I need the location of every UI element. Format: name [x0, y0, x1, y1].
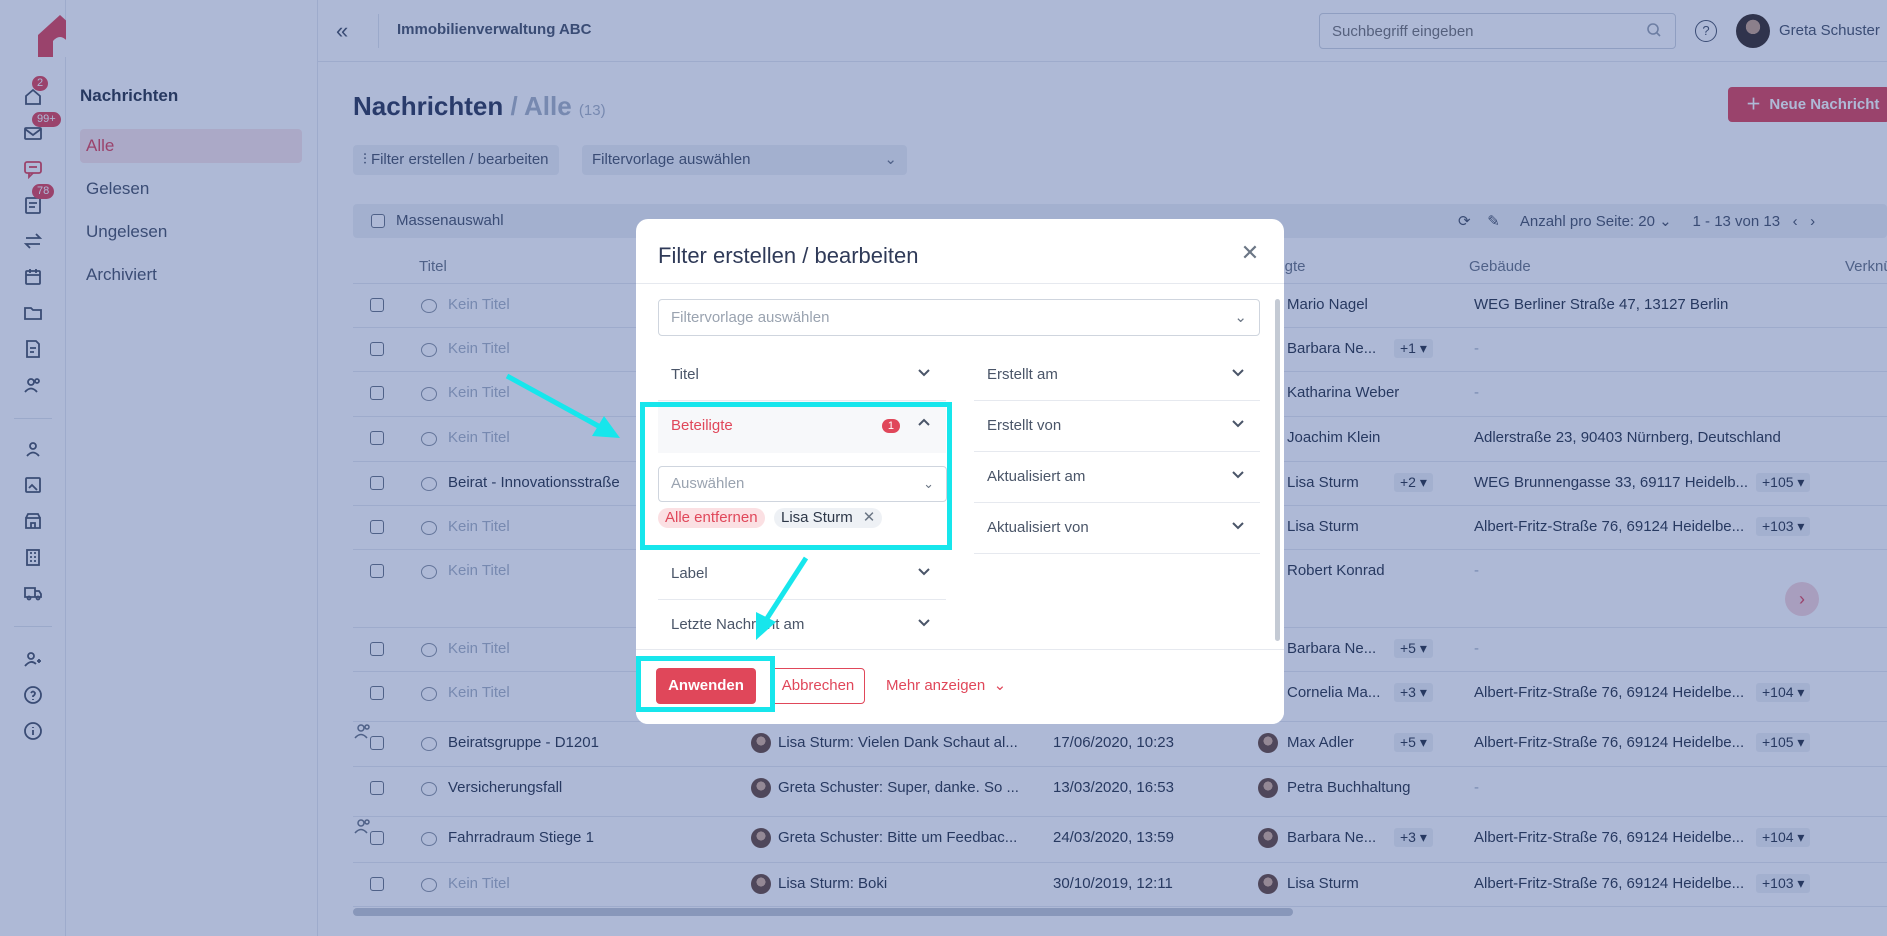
annotation-arrow-2: [763, 556, 809, 622]
app-root: idwell 2 99+ 78: [0, 0, 1887, 936]
annotation-arrow-1: [505, 373, 604, 431]
annotation-arrows: [505, 373, 809, 640]
